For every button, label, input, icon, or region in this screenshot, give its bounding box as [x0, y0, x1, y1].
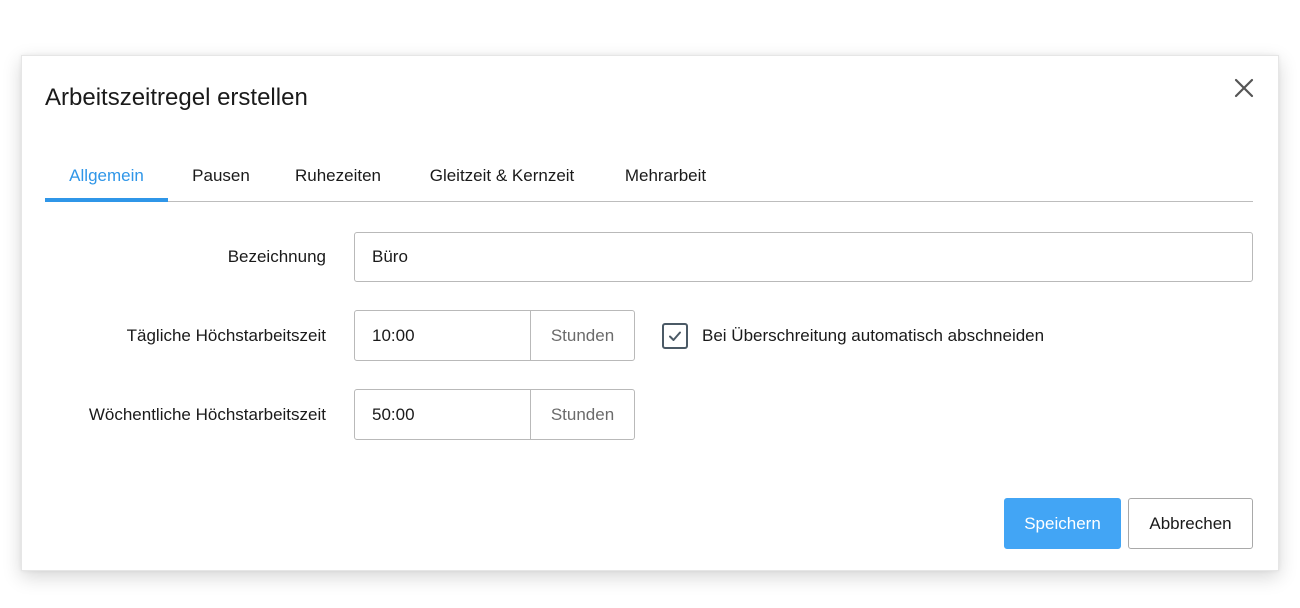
weekly-max-input[interactable] [355, 390, 531, 439]
weekly-max-unit: Stunden [550, 405, 615, 424]
daily-max-unit: Stunden [550, 326, 615, 345]
dialog-title: Arbeitszeitregel erstellen [45, 84, 308, 111]
auto-cut-label: Bei Überschreitung automatisch abschneid… [702, 326, 1045, 345]
tab-mehrarbeit[interactable]: Mehrarbeit [618, 156, 713, 202]
close-icon [1234, 78, 1254, 98]
name-label: Bezeichnung [227, 247, 326, 266]
daily-max-label: Tägliche Höchstarbeitszeit [126, 326, 326, 345]
weekly-max-label: Wöchentliche Höchstarbeitszeit [88, 405, 326, 424]
weekly-max-input-group: Stunden [354, 389, 635, 440]
create-working-time-rule-dialog: Arbeitszeitregel erstellen Allgemein Pau… [21, 55, 1279, 571]
name-input[interactable] [354, 232, 1253, 282]
checkmark-icon [669, 331, 681, 341]
daily-max-input[interactable] [355, 311, 531, 360]
tab-bar: Allgemein Pausen Ruhezeiten Gleitzeit & … [45, 156, 1253, 202]
tab-gleitzeit-kernzeit[interactable]: Gleitzeit & Kernzeit [423, 156, 581, 202]
tab-pausen[interactable]: Pausen [188, 156, 254, 202]
close-button[interactable] [1230, 74, 1258, 102]
daily-max-input-group: Stunden [354, 310, 635, 361]
cancel-button[interactable]: Abbrechen [1128, 498, 1253, 549]
auto-cut-checkbox-row[interactable]: Bei Überschreitung automatisch abschneid… [662, 322, 1044, 350]
save-button[interactable]: Speichern [1004, 498, 1121, 549]
tab-allgemein[interactable]: Allgemein [45, 156, 168, 202]
auto-cut-checkbox[interactable] [662, 323, 688, 349]
tab-ruhezeiten[interactable]: Ruhezeiten [289, 156, 387, 202]
